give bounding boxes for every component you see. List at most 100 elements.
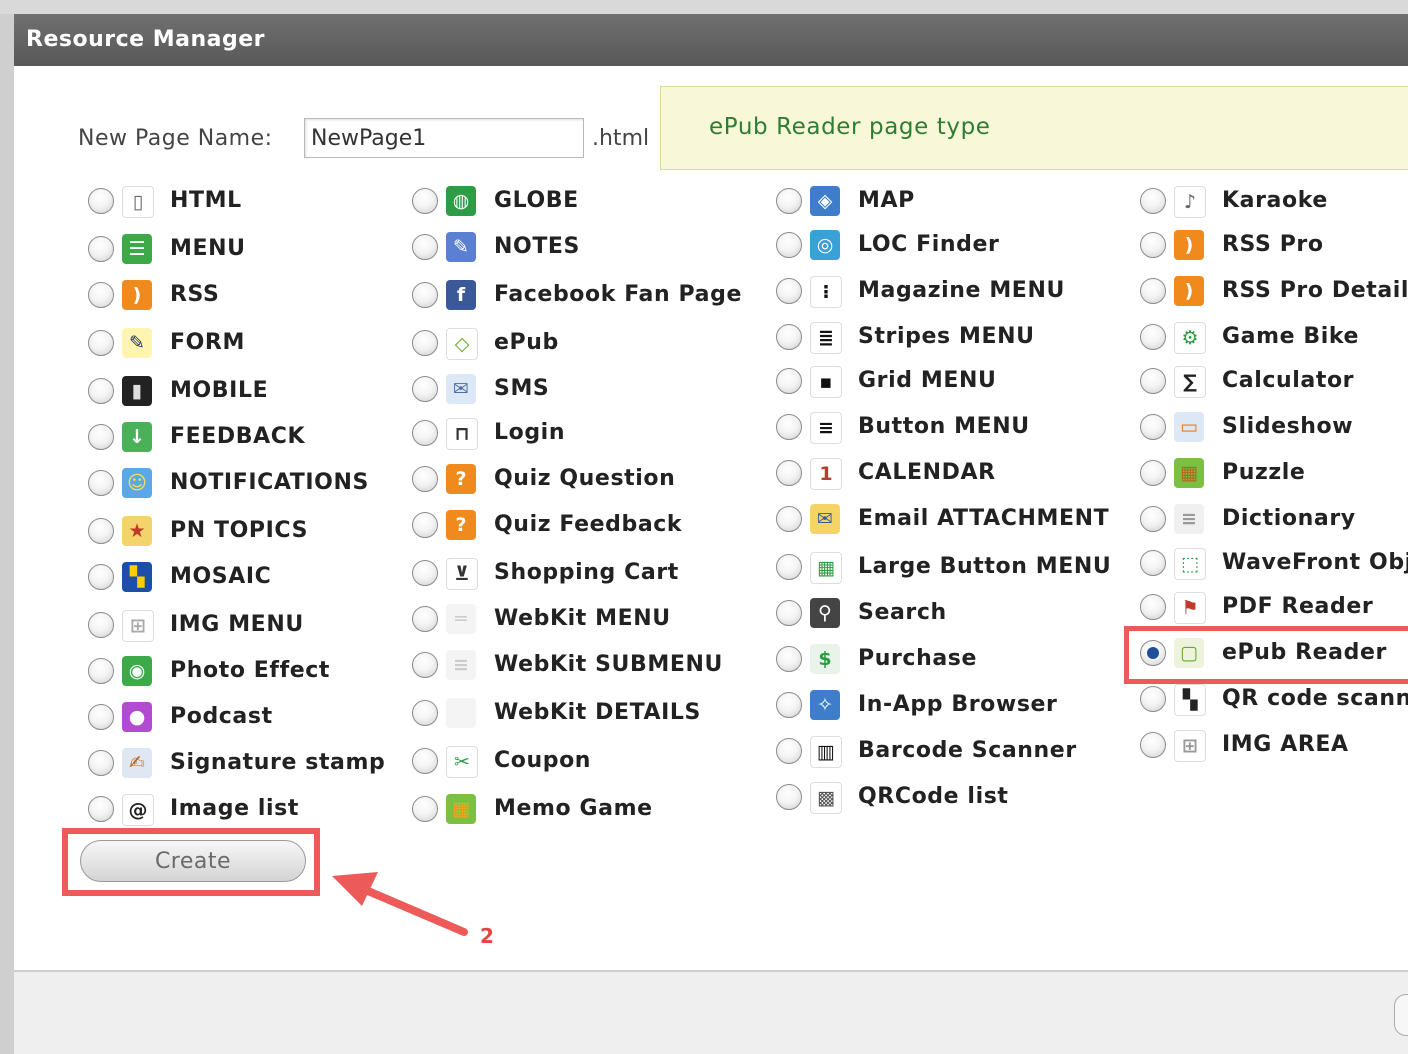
- annotation-arrow-line: [350, 881, 468, 936]
- radio-button[interactable]: [88, 424, 114, 450]
- radio-button[interactable]: [88, 796, 114, 822]
- radio-button[interactable]: [1140, 188, 1166, 214]
- radio-button[interactable]: [88, 378, 114, 404]
- page-type-label: Button MENU: [858, 414, 1030, 439]
- radio-button[interactable]: [1140, 686, 1166, 712]
- page-type-label: RSS Pro: [1222, 232, 1324, 257]
- radio-button[interactable]: [1140, 232, 1166, 258]
- radio-button[interactable]: [88, 236, 114, 262]
- radio-button[interactable]: [412, 420, 438, 446]
- radio-button[interactable]: [776, 506, 802, 532]
- page-type-label: NOTIFICATIONS: [170, 470, 369, 495]
- radio-button[interactable]: [412, 512, 438, 538]
- radio-button[interactable]: [776, 460, 802, 486]
- background-strip: [0, 0, 1408, 14]
- radio-button[interactable]: [88, 658, 114, 684]
- page-type-label: ePub: [494, 330, 559, 355]
- memo-game-icon: ▦: [446, 794, 476, 824]
- radio-button[interactable]: [776, 188, 802, 214]
- radio-button[interactable]: [776, 646, 802, 672]
- radio-button[interactable]: [1140, 414, 1166, 440]
- page-type-label: WebKit SUBMENU: [494, 652, 723, 677]
- radio-button[interactable]: [88, 750, 114, 776]
- page-type-label: IMG MENU: [170, 612, 304, 637]
- radio-button[interactable]: [88, 470, 114, 496]
- camera-icon: ◉: [122, 656, 152, 686]
- page-type-label: Coupon: [494, 748, 592, 773]
- page-type-label: Shopping Cart: [494, 560, 679, 585]
- qrcode-icon: ▩: [810, 782, 842, 814]
- page-type-label: GLOBE: [494, 188, 579, 213]
- radio-button[interactable]: [412, 188, 438, 214]
- radio-button[interactable]: [1140, 732, 1166, 758]
- mobile-phone-icon: ▮: [122, 376, 152, 406]
- radio-button[interactable]: [1140, 550, 1166, 576]
- radio-button[interactable]: [88, 282, 114, 308]
- radio-button[interactable]: [88, 612, 114, 638]
- radio-button[interactable]: [1140, 368, 1166, 394]
- radio-button[interactable]: [776, 784, 802, 810]
- document-icon: ▯: [122, 186, 154, 218]
- radio-button[interactable]: [1140, 324, 1166, 350]
- radio-button[interactable]: [412, 606, 438, 632]
- radio-button[interactable]: [88, 704, 114, 730]
- radio-button[interactable]: [412, 748, 438, 774]
- extension-label: .html: [592, 126, 650, 151]
- page-type-label: Quiz Feedback: [494, 512, 683, 537]
- globe-icon: ◍: [446, 186, 476, 216]
- page-type-label: Search: [858, 600, 947, 625]
- button-menu-icon: ≡: [810, 412, 842, 444]
- radio-button[interactable]: [412, 330, 438, 356]
- radio-button[interactable]: [1140, 506, 1166, 532]
- radio-button[interactable]: [1140, 460, 1166, 486]
- radio-button[interactable]: [412, 796, 438, 822]
- grid-icon: ⊞: [122, 610, 154, 642]
- radio-button[interactable]: [88, 188, 114, 214]
- calendar-icon: 1: [810, 458, 842, 490]
- page-type-label: RSS: [170, 282, 220, 307]
- radio-button[interactable]: [776, 414, 802, 440]
- stripes-icon: ≣: [810, 322, 842, 354]
- footer-button-edge[interactable]: [1394, 994, 1408, 1036]
- cube-icon: ⬚: [1174, 548, 1206, 580]
- compass-icon: ✧: [810, 690, 840, 720]
- radio-button[interactable]: [88, 518, 114, 544]
- scissors-icon: ✂: [446, 746, 478, 778]
- radio-button[interactable]: [776, 692, 802, 718]
- radio-button[interactable]: [776, 600, 802, 626]
- radio-button[interactable]: [776, 554, 802, 580]
- radio-button[interactable]: [412, 560, 438, 586]
- pdf-icon: ⚑: [1174, 592, 1206, 624]
- page-type-label: Photo Effect: [170, 658, 331, 683]
- download-arrow-icon: ↓: [122, 422, 152, 452]
- padlock-icon: ⊓: [446, 418, 478, 450]
- dictionary-icon: ≡: [1174, 504, 1204, 534]
- webkit-submenu-icon: ≡: [446, 650, 476, 680]
- radio-button[interactable]: [776, 368, 802, 394]
- radio-button[interactable]: [412, 466, 438, 492]
- radio-button[interactable]: [1140, 278, 1166, 304]
- page-type-label: Calculator: [1222, 368, 1355, 393]
- radio-button[interactable]: [776, 324, 802, 350]
- radio-button[interactable]: [412, 376, 438, 402]
- page-name-input[interactable]: [304, 118, 584, 158]
- list-bullets-icon: ⁝: [810, 276, 842, 308]
- radio-button[interactable]: [412, 652, 438, 678]
- page-type-label: CALENDAR: [858, 460, 996, 485]
- page-type-info: ePub Reader page type: [660, 86, 1408, 170]
- radio-button[interactable]: [776, 278, 802, 304]
- create-button[interactable]: Create: [80, 840, 306, 882]
- epub-icon: ◇: [446, 328, 478, 360]
- radio-button[interactable]: [412, 700, 438, 726]
- smiley-icon: ☺: [122, 468, 152, 498]
- radio-button[interactable]: [412, 234, 438, 260]
- radio-button[interactable]: [776, 738, 802, 764]
- radio-button[interactable]: [88, 564, 114, 590]
- radio-button[interactable]: [1140, 594, 1166, 620]
- radio-button[interactable]: [88, 330, 114, 356]
- page-type-label: Stripes MENU: [858, 324, 1035, 349]
- rss-pro-icon: ): [1174, 230, 1204, 260]
- radio-button[interactable]: [412, 282, 438, 308]
- radio-button[interactable]: [776, 232, 802, 258]
- page-type-label: HTML: [170, 188, 242, 213]
